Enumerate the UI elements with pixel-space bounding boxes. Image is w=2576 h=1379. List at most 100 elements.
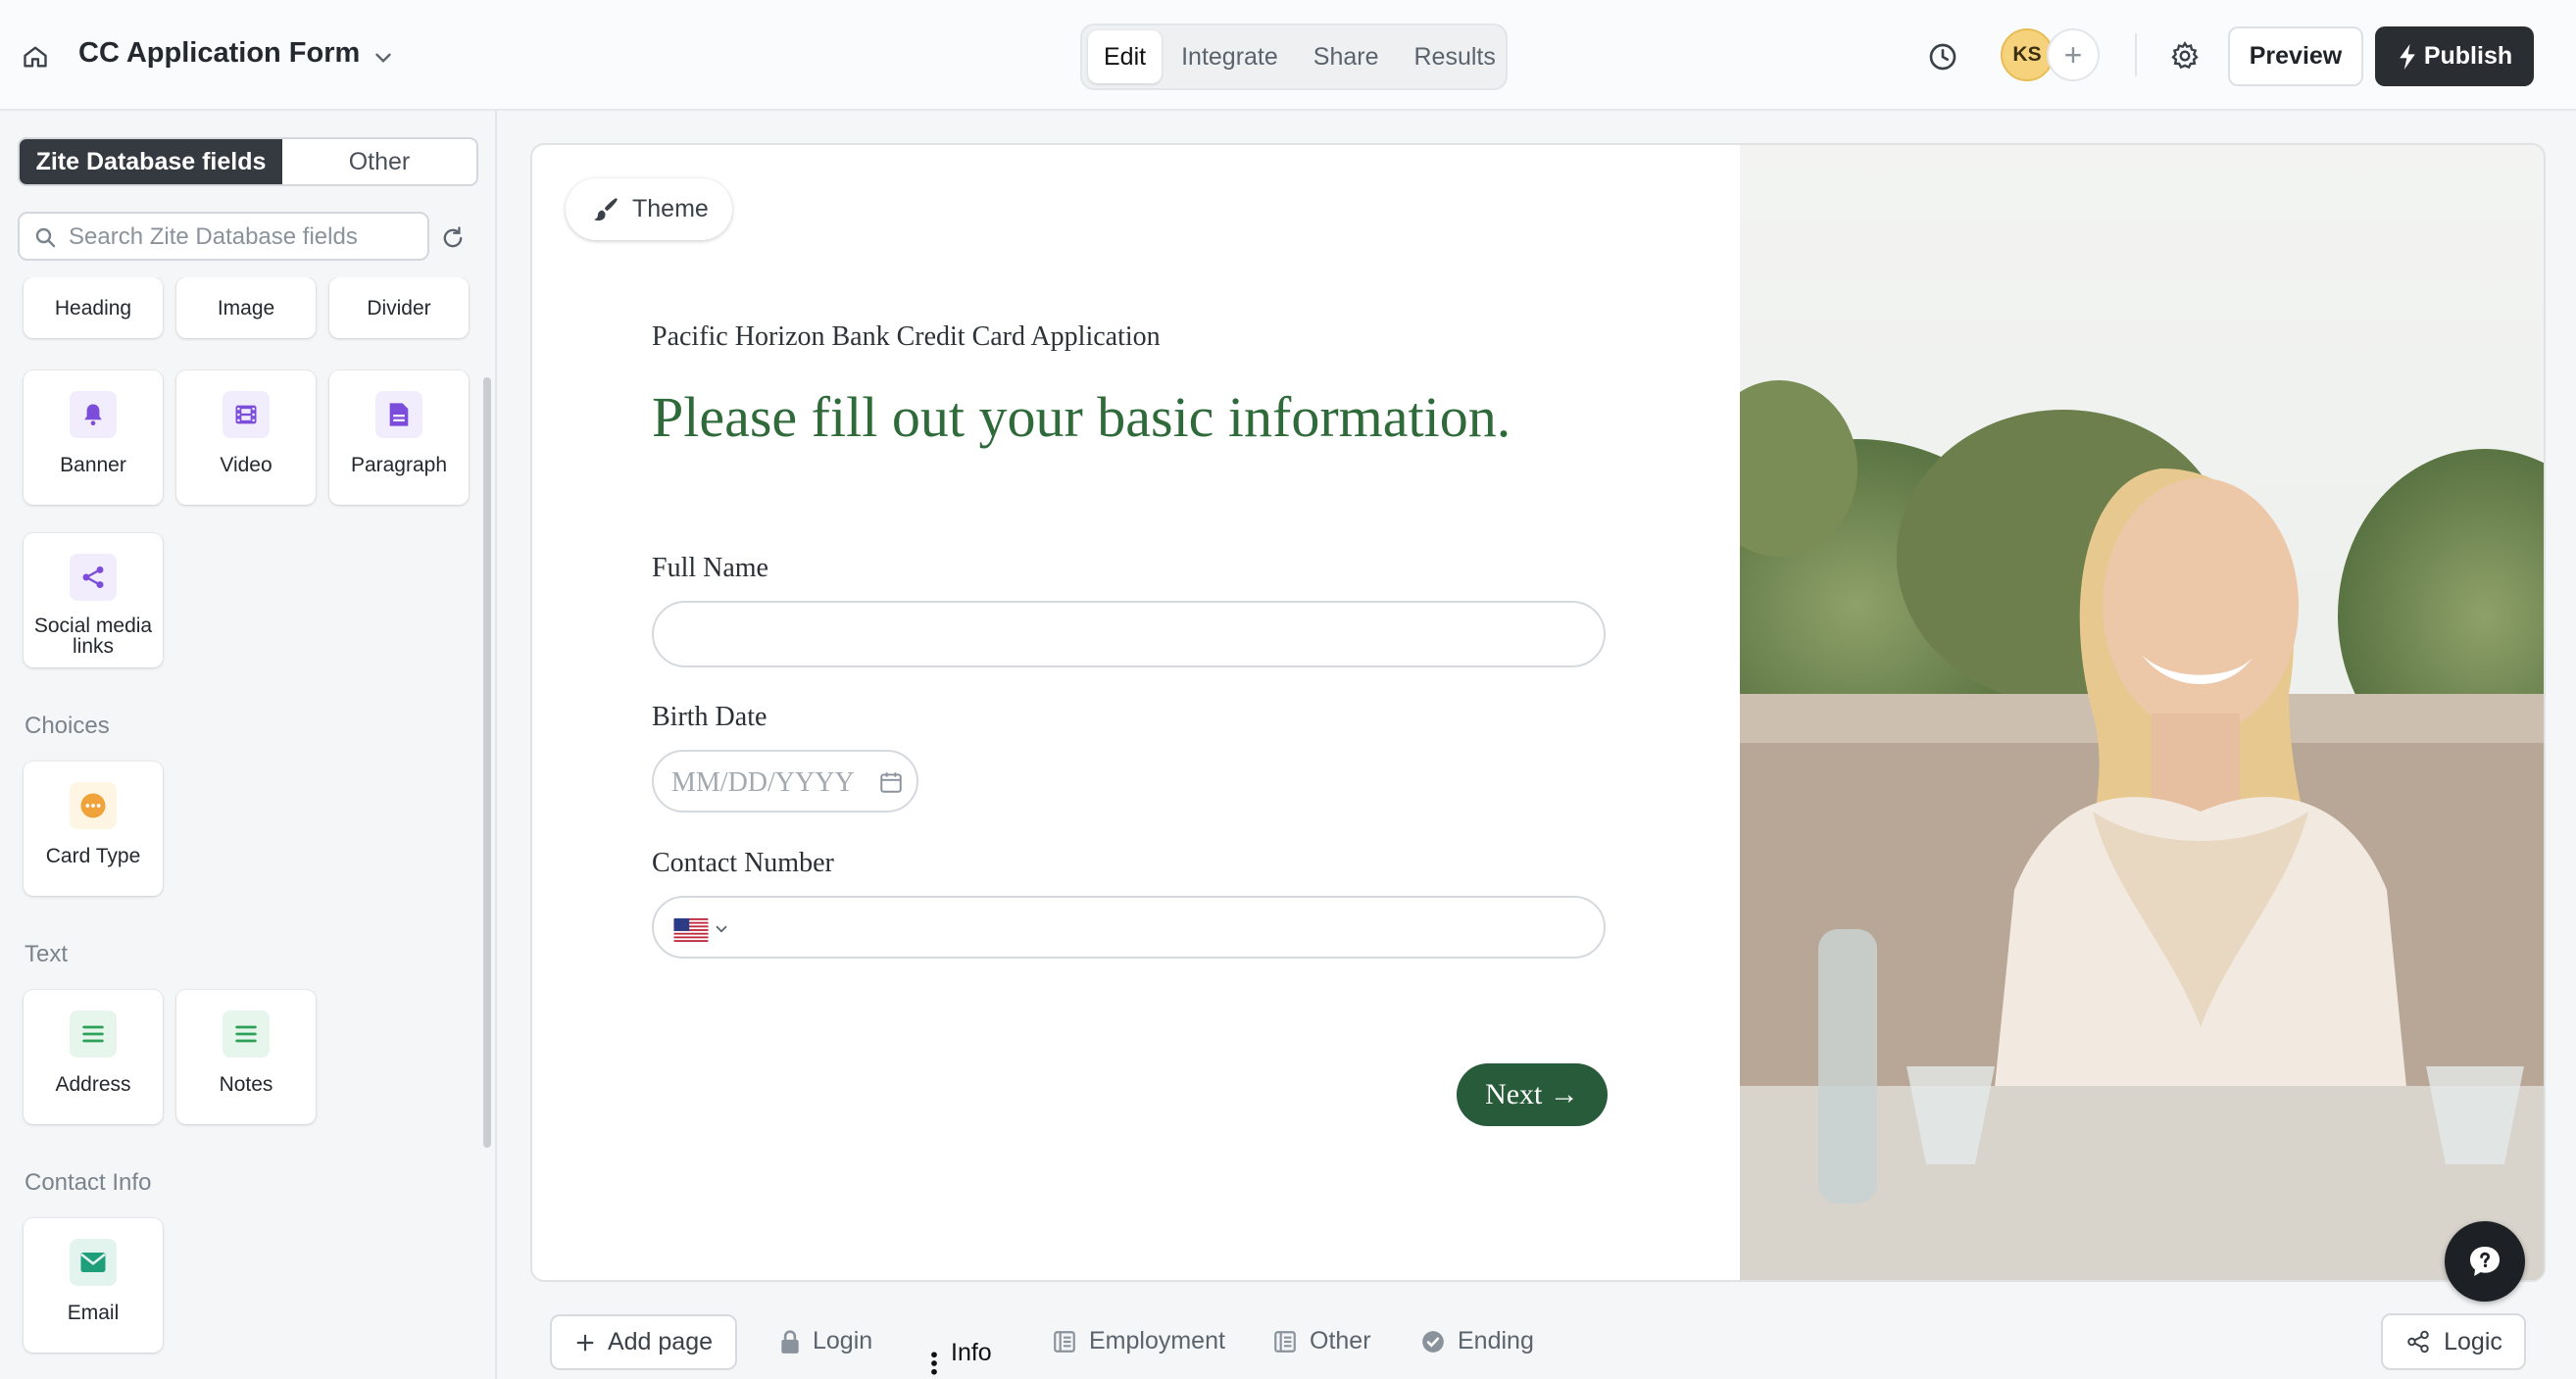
share-icon [70,554,117,601]
field-card-heading[interactable]: Heading [24,277,163,338]
logic-label: Logic [2444,1327,2502,1355]
field-card-label: Notes [219,1073,273,1096]
check-circle-icon [1422,1330,1444,1353]
section-choices: Choices [25,713,110,739]
add-collaborator-button[interactable]: + [2047,28,2100,81]
tab-integrate[interactable]: Integrate [1165,30,1294,83]
segment-other[interactable]: Other [282,139,476,184]
us-flag-icon[interactable] [673,918,709,942]
field-card-video[interactable]: Video [176,370,316,505]
section-contact-info: Contact Info [25,1169,152,1196]
field-card-label: Email [67,1302,120,1324]
field-card-label: Video [220,454,272,476]
page-tab-label: Employment [1089,1327,1225,1354]
chat-support-button[interactable] [2445,1221,2525,1302]
form-page: Theme Pacific Horizon Bank Credit Card A… [532,145,1740,1280]
tab-share[interactable]: Share [1298,30,1395,83]
theme-label: Theme [632,195,709,222]
search-field-box [18,212,429,261]
field-card-label: Social media links [33,615,153,658]
birth-date-placeholder: MM/DD/YYYY [671,767,855,798]
page-tab-label: Ending [1458,1327,1534,1354]
form-canvas: Theme Pacific Horizon Bank Credit Card A… [530,143,2546,1282]
field-card-label: Divider [367,297,431,320]
home-icon[interactable] [22,43,49,71]
document-icon [375,391,422,438]
page-tab-login[interactable]: Login [779,1327,872,1355]
lightning-icon [2400,43,2415,70]
field-card-label: Banner [60,454,126,476]
top-bar: CC Application Form Edit Integrate Share… [0,0,2576,111]
birth-date-label: Birth Date [652,702,768,732]
mode-tabs: Edit Integrate Share Results [1080,24,1508,90]
full-name-input[interactable] [652,601,1606,667]
contact-number-input[interactable] [652,896,1606,959]
chat-icon [2470,1247,2500,1276]
field-card-label: Card Type [45,845,141,867]
lines-icon [70,1010,117,1058]
segment-zite-fields[interactable]: Zite Database fields [20,139,282,184]
logic-share-icon [2407,1330,2429,1354]
field-card-image[interactable]: Image [176,277,316,338]
paintbrush-icon [594,197,618,221]
field-card-address[interactable]: Address [24,990,163,1124]
field-card-label: Image [217,297,275,320]
hero-photo [1740,145,2544,1280]
page-tab-label: Login [813,1327,873,1354]
field-card-email[interactable]: Email [24,1218,163,1353]
bell-icon [70,391,117,438]
chevron-down-icon[interactable] [371,45,396,71]
field-card-label: Address [55,1073,131,1096]
ellipsis-circle-icon [70,782,117,829]
form-page-icon [1274,1330,1296,1353]
mail-icon [70,1239,117,1286]
form-title[interactable]: CC Application Form [78,37,360,70]
gear-icon[interactable] [2169,40,2201,72]
theme-button[interactable]: Theme [566,178,732,240]
add-page-button[interactable]: Add page [550,1314,737,1370]
tab-results[interactable]: Results [1399,30,1511,83]
page-tab-info[interactable]: Info [929,1327,992,1378]
add-page-label: Add page [607,1328,714,1355]
page-tab-ending[interactable]: Ending [1420,1327,1534,1355]
plus-icon [576,1334,594,1351]
fields-sidebar: Zite Database fields Other Heading Image… [0,111,497,1379]
publish-label: Publish [2423,42,2513,70]
field-source-toggle: Zite Database fields Other [18,137,478,186]
form-overline: Pacific Horizon Bank Credit Card Applica… [652,321,1161,352]
section-text: Text [25,941,69,967]
toolbar-divider [2135,33,2137,76]
search-icon [35,227,56,248]
field-card-paragraph[interactable]: Paragraph [329,370,469,505]
contact-number-label: Contact Number [652,848,834,878]
field-card-divider[interactable]: Divider [329,277,469,338]
next-button[interactable]: Next → [1457,1063,1608,1126]
field-card-notes[interactable]: Notes [176,990,316,1124]
lock-icon [781,1329,799,1354]
form-page-icon [1054,1330,1075,1353]
preview-button[interactable]: Preview [2228,26,2363,86]
lines-icon [223,1010,270,1058]
avatar[interactable]: KS [2001,28,2054,81]
tab-edit[interactable]: Edit [1088,30,1163,83]
logic-button[interactable]: Logic [2381,1313,2526,1370]
refresh-icon[interactable] [439,224,467,252]
field-card-social-links[interactable]: Social media links [24,533,163,667]
chevron-down-icon[interactable] [713,920,730,938]
birth-date-input[interactable]: MM/DD/YYYY [652,750,918,813]
page-tab-label: Info [951,1338,992,1366]
film-icon [223,391,270,438]
page-tab-employment[interactable]: Employment [1052,1327,1225,1355]
history-icon[interactable] [1927,41,1958,73]
publish-button[interactable]: Publish [2375,26,2534,86]
field-card-label: Paragraph [350,454,448,476]
sidebar-scrollbar[interactable] [483,377,491,1148]
page-tab-other[interactable]: Other [1272,1327,1371,1355]
field-palette: Heading Image Divider Banner Video Parag… [0,277,480,1379]
drag-handle-icon[interactable] [929,1349,939,1378]
calendar-icon[interactable] [878,769,904,795]
field-card-label: Heading [54,297,132,320]
search-input[interactable] [69,222,417,253]
field-card-card-type[interactable]: Card Type [24,762,163,896]
field-card-banner[interactable]: Banner [24,370,163,505]
